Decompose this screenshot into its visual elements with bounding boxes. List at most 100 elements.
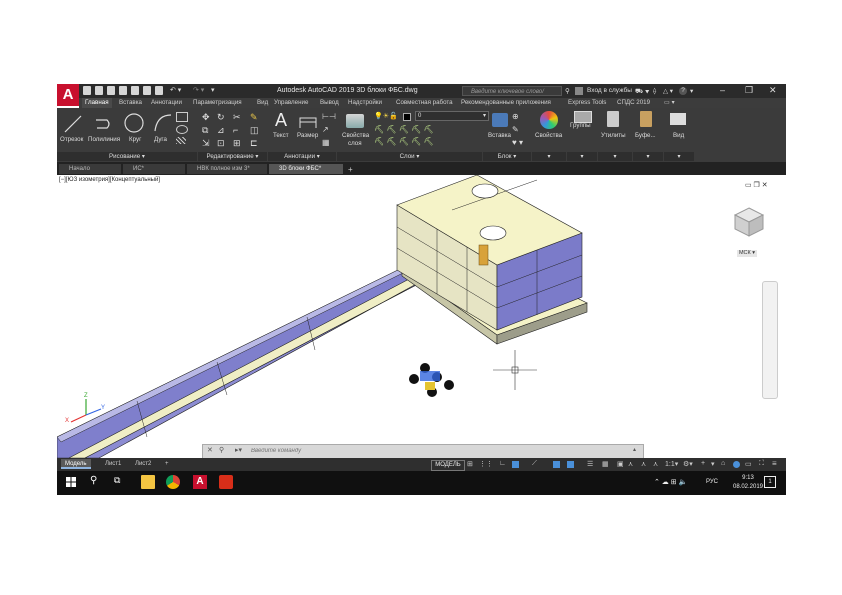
copy-icon[interactable]: ⧉ bbox=[202, 125, 208, 136]
chrome-icon[interactable] bbox=[166, 475, 180, 489]
scale-dropdown-icon[interactable]: 1:1▾ bbox=[665, 460, 678, 468]
circle-icon[interactable] bbox=[123, 112, 145, 134]
layer-tools-row2-icon[interactable]: ⛏ ⛏ ⛏ ⛏ ⛏ bbox=[374, 137, 434, 146]
offset-icon[interactable]: ⊏ bbox=[250, 138, 258, 149]
stretch-icon[interactable]: ⇲ bbox=[202, 138, 210, 149]
redo-icon[interactable]: ↷ ▾ bbox=[193, 86, 204, 94]
clock-date[interactable]: 08.02.2019 bbox=[728, 484, 768, 490]
layout-tab-model[interactable]: Модель bbox=[61, 459, 91, 469]
annotation-scale-icon[interactable]: ⋏ bbox=[653, 460, 660, 468]
groups-button[interactable]: Группы bbox=[570, 122, 591, 129]
layer-properties-button[interactable]: Свойства bbox=[342, 132, 369, 139]
view-button[interactable]: Вид bbox=[673, 132, 684, 139]
line-button[interactable]: Отрезок bbox=[60, 136, 83, 143]
autocad-taskbar-icon[interactable]: A bbox=[193, 475, 207, 489]
model-space-toggle[interactable]: МОДЕЛЬ bbox=[431, 460, 465, 471]
object-snap-tracking-icon[interactable] bbox=[553, 461, 560, 468]
clipboard-group-expander[interactable]: ▾ bbox=[633, 152, 663, 161]
dimension-icon[interactable] bbox=[298, 114, 318, 130]
tab-express-tools[interactable]: Express Tools bbox=[568, 99, 606, 106]
transparency-icon[interactable]: ▦ bbox=[602, 460, 609, 468]
signin-link[interactable]: Вход в службы bbox=[587, 87, 632, 94]
arc-button[interactable]: Дуга bbox=[154, 136, 167, 143]
clipboard-icon[interactable] bbox=[640, 111, 652, 127]
draw-group-label[interactable]: Рисование ▾ bbox=[57, 152, 197, 161]
isolate-objects-icon[interactable] bbox=[733, 461, 740, 468]
open-file-icon[interactable] bbox=[95, 86, 103, 95]
trim-icon[interactable]: ✂ bbox=[233, 112, 241, 123]
block-attribute-icon[interactable]: ♥ ▾ bbox=[512, 138, 523, 147]
clipboard-button[interactable]: Буфе... bbox=[635, 132, 656, 139]
ucs-dropdown[interactable]: МСК ▾ bbox=[737, 250, 757, 257]
tab-view[interactable]: Вид bbox=[257, 99, 268, 106]
annotation-monitor-icon[interactable]: + bbox=[701, 460, 708, 467]
modify-group-label[interactable]: Редактирование ▾ bbox=[198, 152, 267, 161]
search-icon[interactable]: ⚲ bbox=[565, 87, 570, 95]
selection-cycling-icon[interactable]: ▣ bbox=[617, 460, 624, 468]
ribbon-toggle-icon[interactable]: ▭ ▾ bbox=[664, 99, 675, 106]
dimension-button[interactable]: Размер bbox=[297, 132, 318, 139]
polyline-icon[interactable] bbox=[93, 114, 113, 134]
layers-group-label[interactable]: Слои ▾ bbox=[337, 152, 482, 161]
rotate-icon[interactable]: ↻ bbox=[217, 112, 225, 123]
groups-group-expander[interactable]: ▾ bbox=[567, 152, 597, 161]
annotation-group-label[interactable]: Аннотации ▾ bbox=[268, 152, 336, 161]
tab-addins[interactable]: Надстройки bbox=[348, 99, 382, 106]
mirror-icon[interactable]: ⊿ bbox=[217, 125, 225, 136]
command-line[interactable]: ✕ ⚲ ▸▾ ▴ bbox=[202, 444, 644, 459]
command-input[interactable] bbox=[251, 446, 631, 455]
autocad-logo[interactable]: A bbox=[57, 84, 79, 106]
create-block-icon[interactable]: ⊕ bbox=[512, 112, 519, 121]
grid-icon[interactable]: ⊞ bbox=[467, 460, 474, 468]
properties-button[interactable]: Свойства bbox=[535, 132, 562, 139]
new-file-icon[interactable] bbox=[83, 86, 91, 95]
help-dropdown-icon[interactable]: ▾ bbox=[690, 87, 693, 95]
doc-tab-start[interactable]: Начало bbox=[59, 164, 121, 174]
tab-collaborate[interactable]: Совместная работа bbox=[396, 99, 453, 106]
tab-featured-apps[interactable]: Рекомендованные приложения bbox=[461, 99, 551, 106]
erase-icon[interactable]: ✎ bbox=[250, 112, 258, 123]
doc-tab-nvk[interactable]: НВК полное изм 3* bbox=[187, 164, 267, 174]
help-a360-icon[interactable]: △ ▾ bbox=[663, 87, 673, 95]
annotation-visibility-icon[interactable]: ⋏ bbox=[628, 460, 635, 468]
isodraft-icon[interactable]: ⟋ bbox=[532, 460, 539, 467]
hatch-icon[interactable] bbox=[176, 137, 186, 144]
file-explorer-icon[interactable] bbox=[141, 475, 155, 489]
cloud-icon[interactable] bbox=[131, 86, 139, 95]
utilities-group-expander[interactable]: ▾ bbox=[598, 152, 632, 161]
arc-icon[interactable] bbox=[152, 112, 174, 134]
exchange-icon[interactable]: ⟠ bbox=[653, 87, 656, 95]
restore-button[interactable]: ❐ bbox=[745, 85, 753, 96]
cmd-customize-icon[interactable]: ⚲ bbox=[219, 446, 224, 454]
insert-block-icon[interactable] bbox=[492, 113, 508, 127]
view-group-expander[interactable]: ▾ bbox=[664, 152, 694, 161]
windows-start-icon[interactable] bbox=[64, 475, 78, 489]
lineweight-icon[interactable]: ☰ bbox=[587, 460, 594, 468]
tab-spds[interactable]: СПДС 2019 bbox=[617, 99, 650, 106]
plot-icon[interactable] bbox=[155, 86, 163, 95]
text-button[interactable]: Текст bbox=[273, 132, 289, 139]
tab-annotate[interactable]: Аннотации bbox=[151, 99, 182, 106]
save-icon[interactable] bbox=[107, 86, 115, 95]
hardware-acceleration-icon[interactable]: ▭ bbox=[745, 460, 752, 468]
tab-manage[interactable]: Управление bbox=[274, 99, 308, 106]
rectangle-icon[interactable] bbox=[176, 112, 188, 122]
circle-button[interactable]: Круг bbox=[129, 136, 141, 143]
tab-output[interactable]: Вывод bbox=[320, 99, 339, 106]
customization-menu-icon[interactable]: ≡ bbox=[772, 459, 779, 468]
ellipse-icon[interactable] bbox=[176, 125, 188, 134]
ortho-icon[interactable]: ∟ bbox=[499, 460, 506, 467]
cmd-history-icon[interactable]: ▴ bbox=[633, 446, 636, 453]
polar-icon[interactable] bbox=[512, 461, 519, 468]
layout-tab-sheet1[interactable]: Лист1 bbox=[101, 459, 125, 469]
insert-block-button[interactable]: Вставка bbox=[488, 132, 511, 139]
model-viewport[interactable]: [−][ЮЗ изометрия][Концептуальный] ▭ ❐ ✕ bbox=[57, 175, 786, 458]
properties-group-expander[interactable]: ▾ bbox=[532, 152, 566, 161]
object-snap-icon[interactable] bbox=[567, 461, 574, 468]
layer-dropdown[interactable]: 0 ▾ bbox=[415, 111, 489, 121]
layer-properties-icon[interactable] bbox=[346, 114, 364, 128]
tray-icons[interactable]: ⌃ ☁ ⊞ 🔈 bbox=[654, 478, 687, 486]
calculator-icon[interactable] bbox=[607, 111, 619, 127]
block-group-label[interactable]: Блок ▾ bbox=[483, 152, 531, 161]
add-layout-button[interactable]: + bbox=[161, 459, 173, 469]
